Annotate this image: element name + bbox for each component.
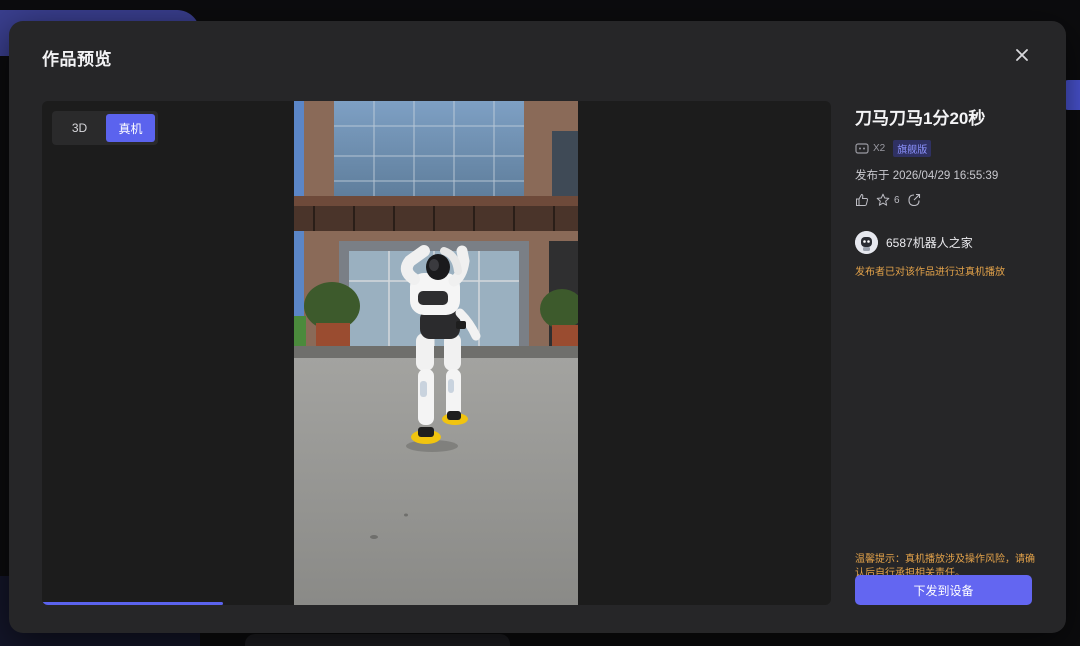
- robot-video-frame: [294, 101, 578, 605]
- favorite-button[interactable]: 6: [876, 193, 900, 207]
- modal-title: 作品预览: [42, 50, 112, 69]
- device-label: X2: [873, 143, 886, 154]
- video-player[interactable]: [294, 101, 578, 605]
- action-row: 6: [855, 193, 1045, 207]
- favorite-count: 6: [894, 194, 900, 206]
- robot-avatar-icon: [855, 231, 878, 254]
- preview-area: 3D 真机: [42, 101, 831, 605]
- mode-3d-button[interactable]: 3D: [55, 114, 104, 142]
- thumbs-up-icon: [856, 193, 868, 206]
- share-button[interactable]: [907, 193, 921, 207]
- work-info-panel: 刀马刀马1分20秒 X2 旗舰版 发布于 2026/04/29 16:55:39: [855, 101, 1045, 605]
- send-to-device-button[interactable]: 下发到设备: [855, 575, 1032, 605]
- star-icon: [876, 193, 890, 206]
- author-name: 6587机器人之家: [886, 236, 973, 250]
- author-row[interactable]: 6587机器人之家: [855, 231, 1045, 254]
- background-chip: [245, 634, 510, 646]
- edition-badge: 旗舰版: [893, 140, 932, 157]
- mode-real-device-button[interactable]: 真机: [106, 114, 155, 142]
- background-accent: [1064, 80, 1080, 110]
- avatar: [855, 231, 878, 254]
- playback-progress[interactable]: [42, 602, 831, 605]
- work-title: 刀马刀马1分20秒: [855, 109, 986, 128]
- work-preview-modal: 作品预览 3D 真机 刀马刀马1分20秒 X2 旗舰版 发布于 2026/04/…: [9, 21, 1066, 633]
- close-icon: [1016, 49, 1028, 61]
- device-tag: X2: [855, 143, 885, 154]
- playback-progress-fill: [42, 602, 224, 605]
- real-device-played-note: 发布者已对该作品进行过真机播放: [855, 267, 1005, 278]
- publish-time: 发布于 2026/04/29 16:55:39: [855, 170, 999, 182]
- robot-device-icon: [855, 143, 869, 154]
- mode-toggle: 3D 真机: [52, 111, 158, 145]
- close-button[interactable]: [1012, 45, 1032, 65]
- like-button[interactable]: [855, 193, 869, 207]
- share-icon: [908, 193, 920, 207]
- tag-row: X2 旗舰版: [855, 140, 1045, 157]
